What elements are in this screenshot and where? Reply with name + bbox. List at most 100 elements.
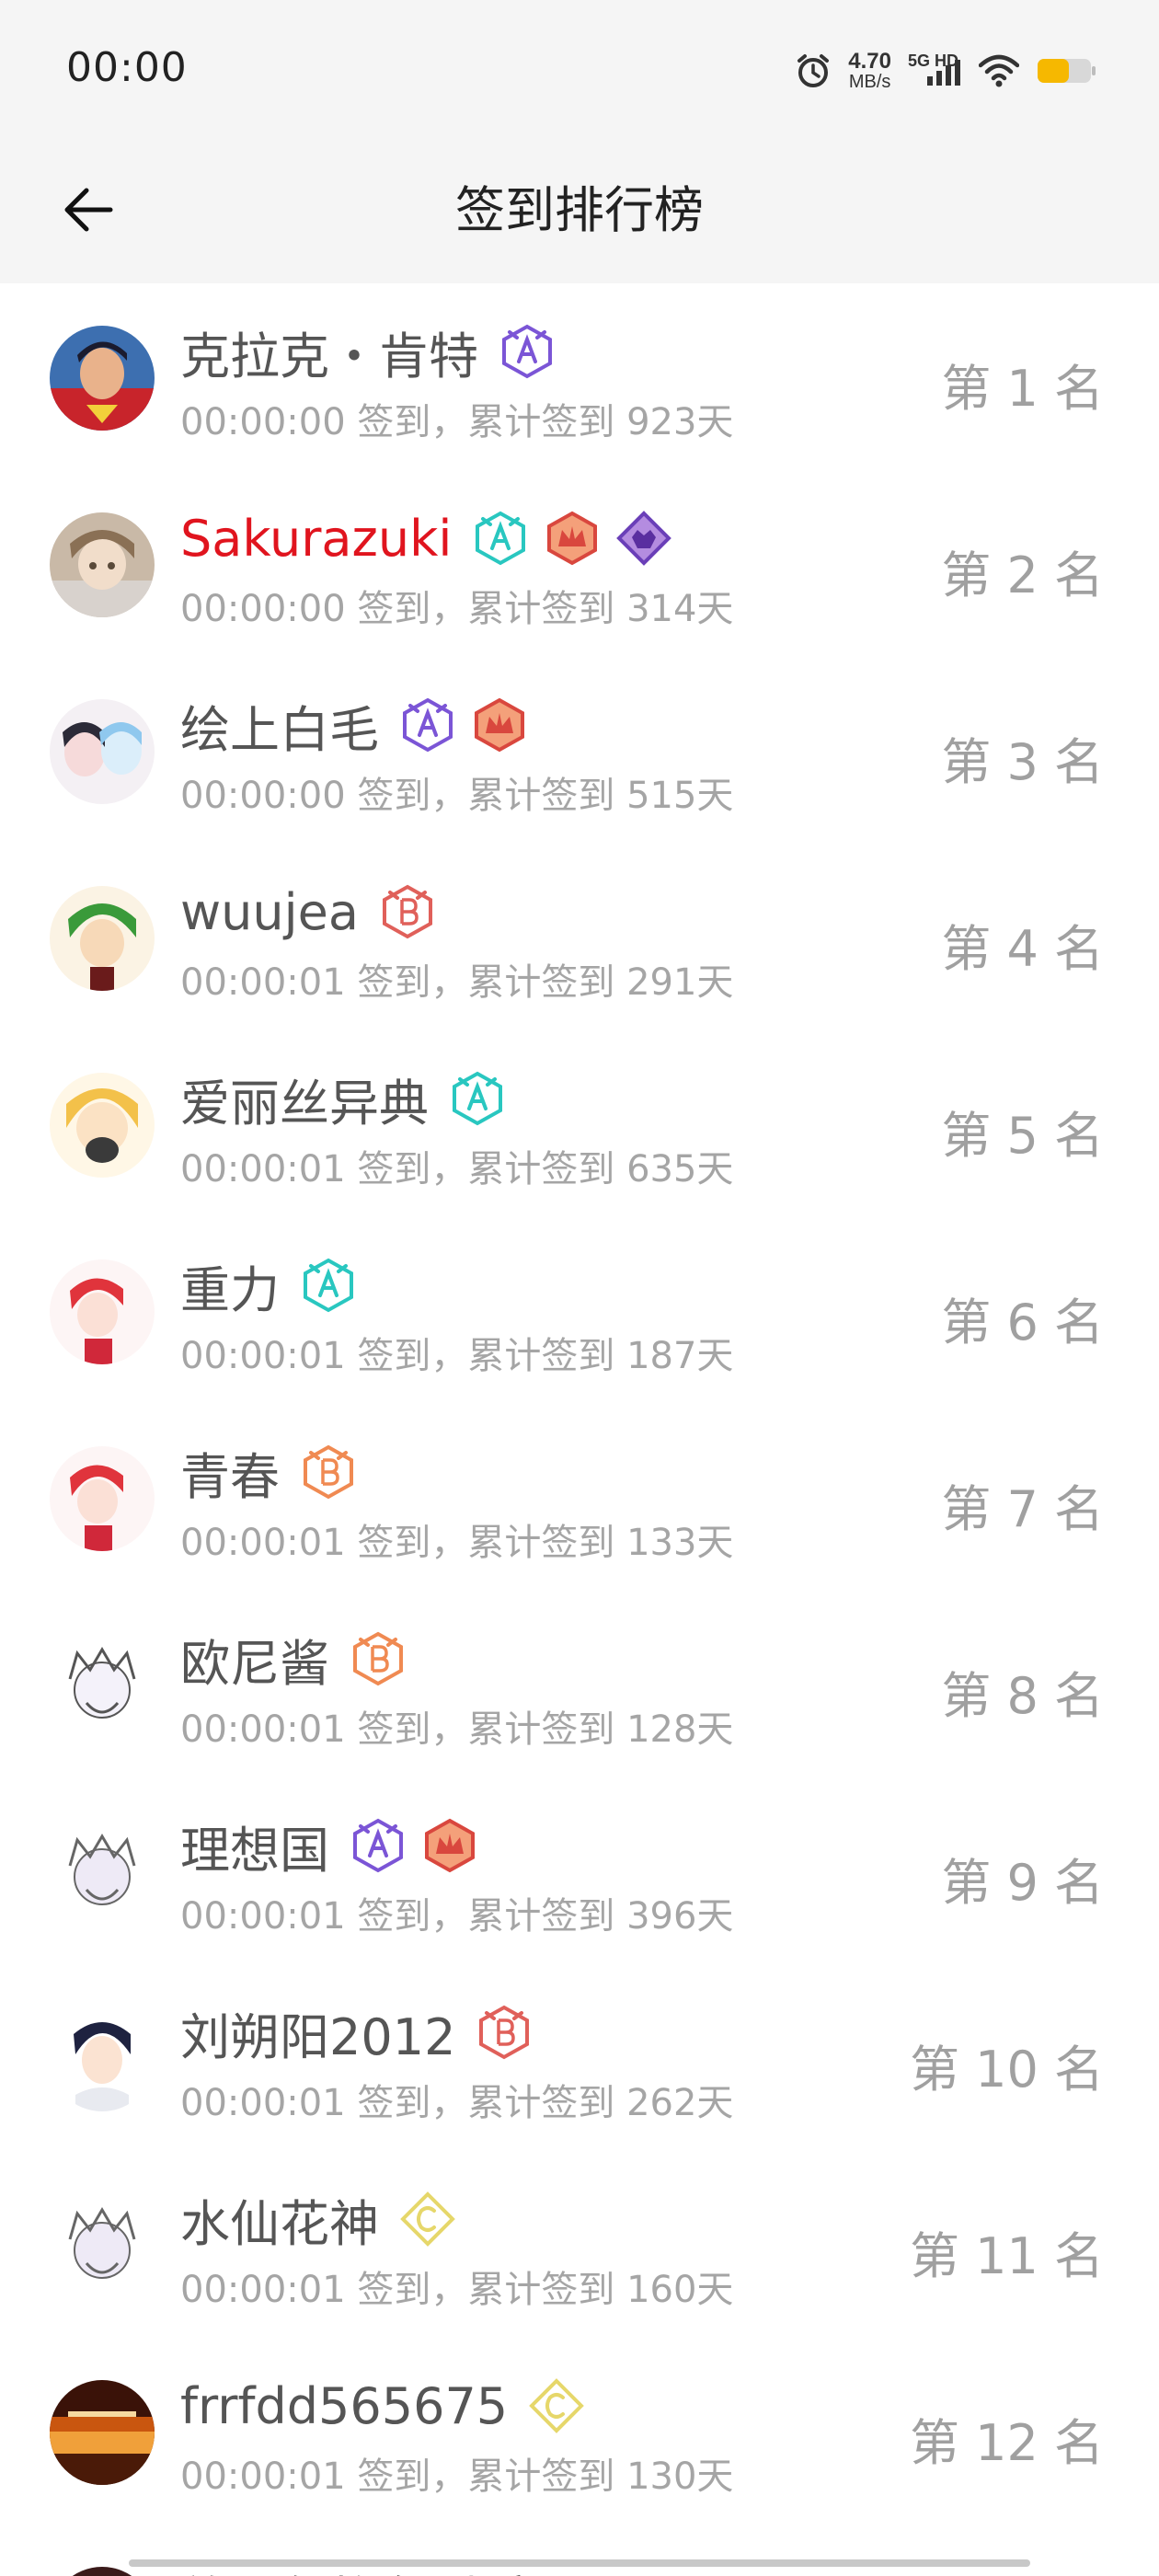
badge-group: [449, 1070, 506, 1127]
name-line: 刘朔阳2012: [180, 1999, 533, 2066]
signal-icon: [927, 60, 960, 86]
rank-label: 第 5 名: [941, 1107, 1104, 1165]
rank-label: 第 3 名: [941, 733, 1104, 791]
yellow-c-badge-icon[interactable]: [399, 2191, 456, 2248]
badge-group: [399, 2191, 456, 2248]
rank-label: 第 6 名: [941, 1294, 1104, 1351]
avatar[interactable]: [50, 1633, 155, 1738]
avatar[interactable]: [50, 1073, 155, 1178]
battery-icon: [1038, 59, 1096, 83]
user-name[interactable]: frrfdd565675: [180, 2377, 508, 2435]
avatar[interactable]: [50, 886, 155, 991]
status-bar: 00:00 4.70 MB/s 5G HD: [0, 0, 1159, 138]
ranking-row[interactable]: wuujea 00:00:01 签到，累计签到 291天 第 4 名: [0, 844, 1159, 1030]
red-crown-badge-icon[interactable]: [421, 1817, 478, 1874]
checkin-detail: 00:00:00 签到，累计签到 923天: [180, 401, 734, 443]
user-name[interactable]: Sakurazuki: [180, 510, 452, 568]
rank-label: 第 12 名: [909, 2414, 1104, 2472]
status-icons: 4.70 MB/s 5G HD: [795, 46, 1096, 96]
name-line: 重力: [180, 1252, 357, 1319]
checkin-detail: 00:00:01 签到，累计签到 187天: [180, 1335, 734, 1377]
checkin-detail: 00:00:01 签到，累计签到 635天: [180, 1148, 734, 1190]
purple-a-badge-icon[interactable]: [350, 1817, 407, 1874]
rank-label: 第 9 名: [941, 1854, 1104, 1912]
user-name[interactable]: 重力: [180, 1249, 280, 1322]
wifi-icon: [979, 54, 1019, 87]
rank-label: 第 1 名: [941, 360, 1104, 418]
status-time: 00:00: [66, 44, 188, 91]
red-b-badge-icon[interactable]: [476, 2004, 533, 2061]
user-name[interactable]: 理想国: [180, 1810, 329, 1882]
rank-list: 克拉克・肯特 00:00:00 签到，累计签到 923天 第 1 名 Sakur…: [0, 283, 1159, 2524]
speed-value: 4.70: [848, 49, 891, 74]
user-name[interactable]: 绘上白毛: [180, 689, 379, 762]
red-b-badge-icon[interactable]: [379, 883, 436, 940]
rank-label: 第 11 名: [909, 2227, 1104, 2285]
ranking-row[interactable]: 克拉克・肯特 00:00:00 签到，累计签到 923天 第 1 名: [0, 283, 1159, 470]
ranking-row[interactable]: 理想国 00:00:01 签到，累计签到 396天 第 9 名: [0, 1777, 1159, 1964]
name-line: 克拉克・肯特: [180, 318, 556, 385]
ranking-row[interactable]: 刘朔阳2012 00:00:01 签到，累计签到 262天 第 10 名: [0, 1964, 1159, 2151]
ranking-row[interactable]: 水仙花神 00:00:01 签到，累计签到 160天 第 11 名: [0, 2151, 1159, 2338]
avatar[interactable]: [50, 1820, 155, 1925]
user-name[interactable]: 刘朔阳2012: [180, 1996, 455, 2069]
user-name[interactable]: 克拉克・肯特: [180, 316, 478, 388]
name-line: 绘上白毛: [180, 692, 528, 759]
user-name[interactable]: 爱丽丝异典: [180, 1063, 429, 1135]
user-name[interactable]: wuujea: [180, 883, 359, 941]
red-crown-badge-icon[interactable]: [544, 510, 601, 567]
name-line: Sakurazuki: [180, 505, 672, 571]
ranking-row-partial[interactable]: 放上包格各型·良: [0, 2524, 1159, 2576]
checkin-detail: 00:00:01 签到，累计签到 128天: [180, 1708, 734, 1751]
avatar[interactable]: [50, 2193, 155, 2298]
teal-a-badge-icon[interactable]: [449, 1070, 506, 1127]
purple-a-badge-icon[interactable]: [399, 696, 456, 753]
name-line: 爱丽丝异典: [180, 1063, 506, 1135]
avatar[interactable]: [50, 326, 155, 431]
orange-b-badge-icon[interactable]: [300, 1443, 357, 1501]
teal-a-badge-icon[interactable]: [300, 1257, 357, 1314]
badge-group: [472, 510, 672, 567]
orange-b-badge-icon[interactable]: [350, 1630, 407, 1687]
avatar[interactable]: [50, 2380, 155, 2485]
badge-group: [350, 1817, 478, 1874]
avatar[interactable]: [50, 1446, 155, 1551]
avatar[interactable]: [50, 512, 155, 617]
ranking-row[interactable]: 绘上白毛 00:00:00 签到，累计签到 515天 第 3 名: [0, 657, 1159, 844]
rank-label: 第 10 名: [909, 2041, 1104, 2099]
checkin-detail: 00:00:01 签到，累计签到 160天: [180, 2269, 734, 2311]
checkin-detail: 00:00:00 签到，累计签到 314天: [180, 588, 734, 630]
ranking-row[interactable]: Sakurazuki 00:00:00 签到，累计签到 314天 第 2 名: [0, 470, 1159, 657]
checkin-detail: 00:00:01 签到，累计签到 262天: [180, 2082, 734, 2124]
checkin-detail: 00:00:01 签到，累计签到 133天: [180, 1522, 734, 1564]
ranking-row[interactable]: 爱丽丝异典 00:00:01 签到，累计签到 635天 第 5 名: [0, 1030, 1159, 1217]
user-name[interactable]: 青春: [180, 1436, 280, 1509]
badge-group: [528, 2377, 585, 2434]
user-name[interactable]: 欧尼酱: [180, 1623, 329, 1696]
purple-gem-badge-icon[interactable]: [615, 510, 672, 567]
avatar[interactable]: [50, 699, 155, 804]
name-line: 欧尼酱: [180, 1626, 407, 1693]
user-name[interactable]: 水仙花神: [180, 2183, 379, 2256]
red-crown-badge-icon[interactable]: [471, 696, 528, 753]
checkin-detail: 00:00:01 签到，累计签到 291天: [180, 961, 734, 1004]
purple-a-badge-icon[interactable]: [499, 323, 556, 380]
rank-label: 第 4 名: [941, 920, 1104, 978]
badge-group: [499, 323, 556, 380]
avatar[interactable]: [50, 2007, 155, 2111]
ranking-row[interactable]: frrfdd565675 00:00:01 签到，累计签到 130天 第 12 …: [0, 2338, 1159, 2524]
page-title: 签到排行榜: [455, 181, 704, 239]
badge-group: [476, 2004, 533, 2061]
speed-unit: MB/s: [848, 72, 891, 92]
network-speed: 4.70 MB/s: [848, 49, 891, 92]
avatar[interactable]: [50, 1259, 155, 1364]
page: { "status_bar": { "time": "00:00", "spee…: [0, 0, 1159, 2576]
ranking-row[interactable]: 重力 00:00:01 签到，累计签到 187天 第 6 名: [0, 1217, 1159, 1404]
teal-a-badge-icon[interactable]: [472, 510, 529, 567]
checkin-detail: 00:00:01 签到，累计签到 396天: [180, 1895, 734, 1938]
avatar[interactable]: [50, 2567, 155, 2576]
ranking-row[interactable]: 青春 00:00:01 签到，累计签到 133天 第 7 名: [0, 1404, 1159, 1591]
ranking-row[interactable]: 欧尼酱 00:00:01 签到，累计签到 128天 第 8 名: [0, 1591, 1159, 1777]
yellow-c-badge-icon[interactable]: [528, 2377, 585, 2434]
home-indicator[interactable]: [129, 2559, 1030, 2567]
